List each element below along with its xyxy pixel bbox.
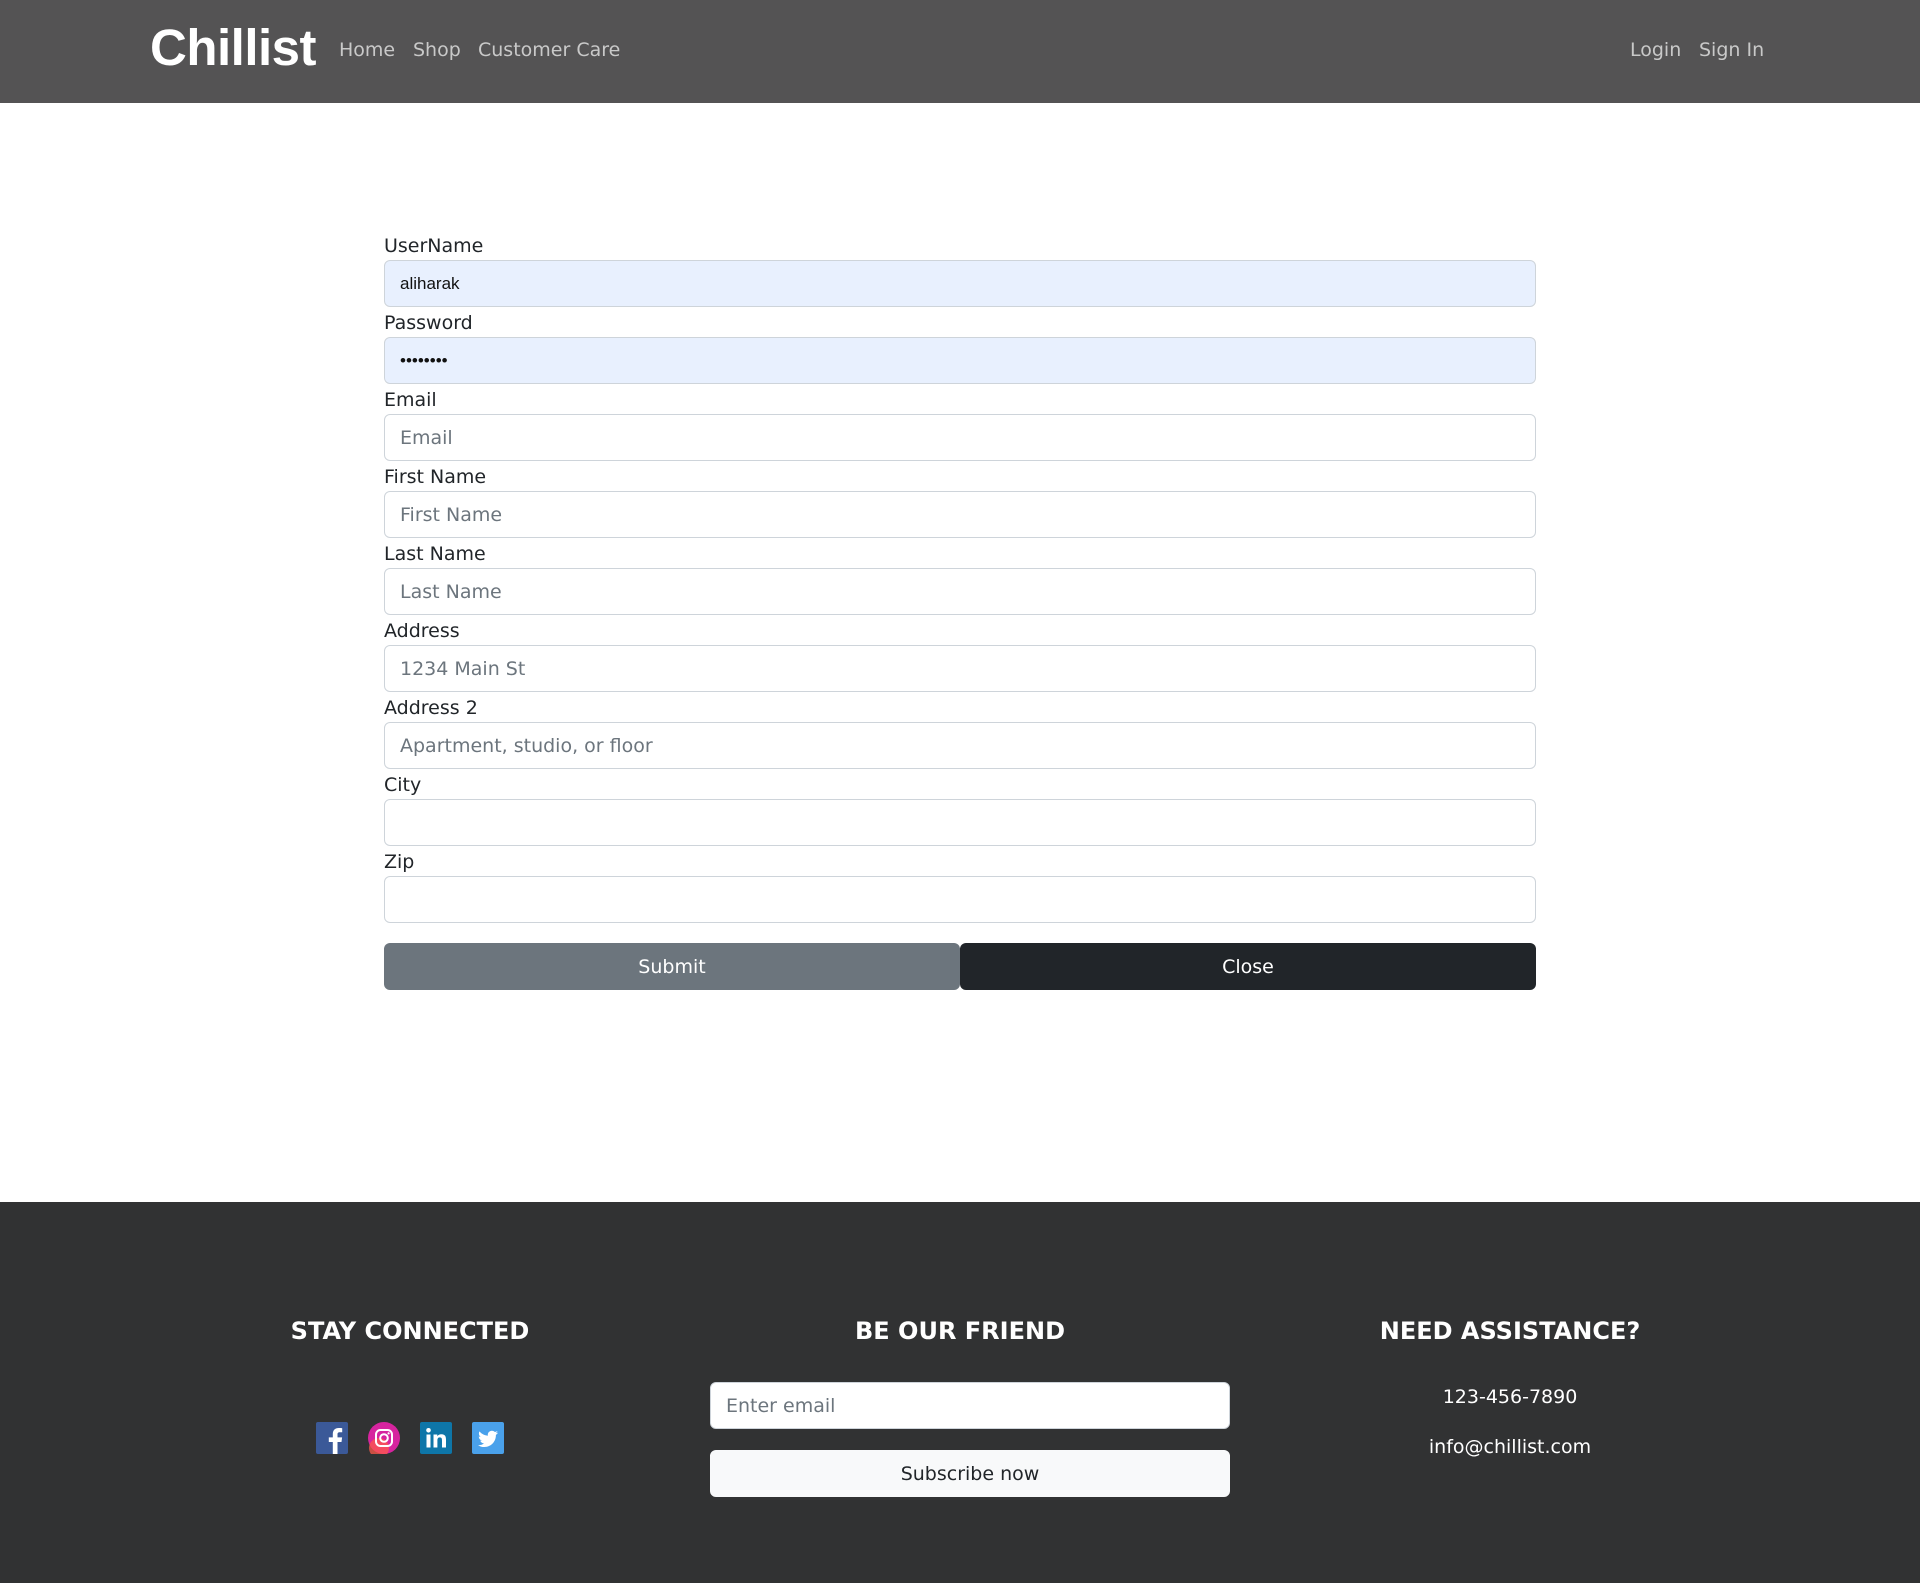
stay-connected-heading: STAY CONNECTED <box>290 1317 530 1345</box>
contact-email[interactable]: info@chillist.com <box>1429 1436 1591 1458</box>
zip-input[interactable] <box>384 876 1536 923</box>
brand-logo[interactable]: Chillist <box>150 18 317 77</box>
facebook-icon[interactable] <box>316 1422 348 1454</box>
contact-phone: 123-456-7890 <box>1442 1386 1578 1408</box>
be-our-friend-heading: BE OUR FRIEND <box>855 1317 1065 1345</box>
nav-link-home[interactable]: Home <box>339 39 395 61</box>
last-name-label: Last Name <box>384 543 486 565</box>
first-name-input[interactable] <box>384 491 1536 538</box>
subscribe-button[interactable]: Subscribe now <box>710 1450 1230 1497</box>
need-assistance-heading: NEED ASSISTANCE? <box>1379 1317 1641 1345</box>
nav-link-shop[interactable]: Shop <box>413 39 461 61</box>
city-label: City <box>384 774 422 796</box>
nav-link-login[interactable]: Login <box>1630 39 1681 61</box>
top-navbar: Chillist Home Shop Customer Care Login S… <box>0 0 1920 103</box>
submit-button[interactable]: Submit <box>384 943 960 990</box>
footer: STAY CONNECTED BE OUR FRIEND Subs <box>0 1202 1920 1583</box>
username-label: UserName <box>384 235 484 257</box>
city-input[interactable] <box>384 799 1536 846</box>
zip-label: Zip <box>384 851 415 873</box>
address2-label: Address 2 <box>384 697 478 719</box>
password-label: Password <box>384 312 473 334</box>
instagram-icon[interactable] <box>368 1422 400 1454</box>
username-input[interactable] <box>384 260 1536 307</box>
last-name-input[interactable] <box>384 568 1536 615</box>
first-name-label: First Name <box>384 466 487 488</box>
address-input[interactable] <box>384 645 1536 692</box>
linkedin-icon[interactable] <box>420 1422 452 1454</box>
address-label: Address <box>384 620 460 642</box>
close-button[interactable]: Close <box>960 943 1536 990</box>
twitter-icon[interactable] <box>472 1422 504 1454</box>
email-input[interactable] <box>384 414 1536 461</box>
nav-link-sign-in[interactable]: Sign In <box>1699 39 1764 61</box>
nav-link-customer-care[interactable]: Customer Care <box>478 39 620 61</box>
newsletter-email-input[interactable] <box>710 1382 1230 1429</box>
password-input[interactable] <box>384 337 1536 384</box>
address2-input[interactable] <box>384 722 1536 769</box>
email-label: Email <box>384 389 437 411</box>
